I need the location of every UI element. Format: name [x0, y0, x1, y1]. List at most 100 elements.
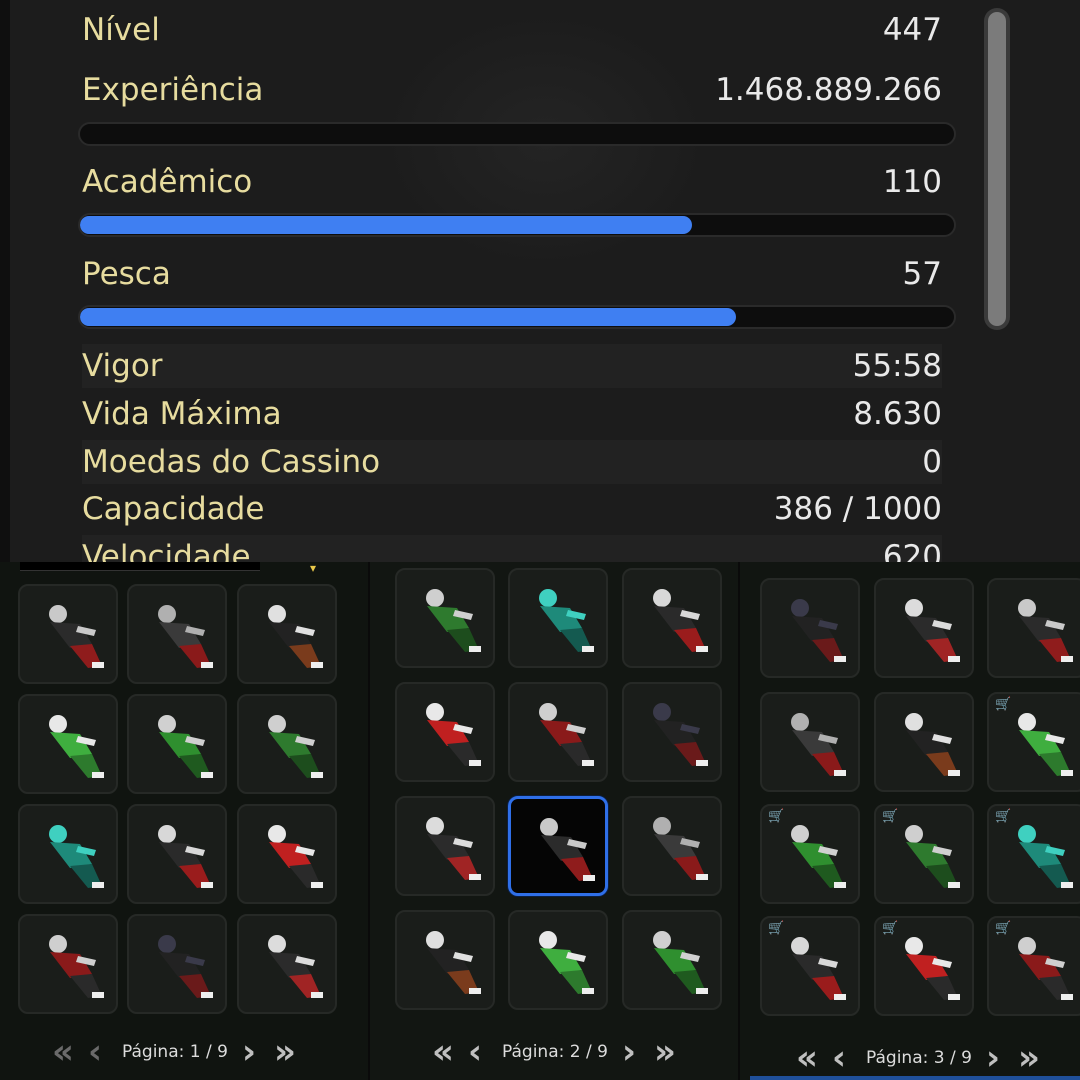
outfit-slot[interactable]: 🛒 — [987, 804, 1080, 904]
stat-value: 55:58 — [852, 348, 942, 384]
first-page-button[interactable]: « — [796, 1038, 818, 1078]
stat-row-academic: Acadêmico 110 — [82, 160, 942, 204]
outfit-slot[interactable] — [622, 682, 722, 782]
outfit-sprite — [653, 931, 708, 994]
shopping-cart-icon: 🛒 — [995, 921, 1012, 936]
stats-scrollbar[interactable] — [984, 8, 1010, 330]
stat-value: 447 — [882, 12, 942, 48]
outfit-sprite — [158, 935, 213, 998]
next-page-button[interactable]: › — [622, 1032, 636, 1072]
outfit-sprite — [1018, 825, 1073, 888]
outfit-slot[interactable] — [127, 804, 227, 904]
outfit-slot[interactable]: 🛒 — [987, 692, 1080, 792]
outfit-slot[interactable] — [395, 568, 495, 668]
outfit-slot-selected[interactable] — [508, 796, 608, 896]
next-page-button[interactable]: › — [242, 1032, 256, 1072]
outfit-slot[interactable] — [18, 804, 118, 904]
outfit-slot[interactable] — [874, 692, 974, 792]
outfit-sprite — [539, 703, 594, 766]
outfit-slot[interactable] — [18, 914, 118, 1014]
pager: « ‹ Página: 3 / 9 › » — [796, 1038, 1056, 1078]
outfit-sprite — [158, 605, 213, 668]
outfit-slot[interactable] — [760, 692, 860, 792]
outfit-panel-page-2: « ‹ Página: 2 / 9 › » — [368, 562, 740, 1080]
outfit-slot[interactable] — [18, 584, 118, 684]
academic-progress-bar — [78, 213, 956, 237]
stat-label: Pesca — [82, 256, 171, 292]
crown-icon: ▾ — [309, 562, 317, 575]
outfit-slot[interactable]: 🛒 — [987, 916, 1080, 1016]
academic-progress-fill — [80, 216, 692, 234]
shopping-cart-icon: 🛒 — [995, 697, 1012, 712]
outfit-sprite — [905, 713, 960, 776]
outfit-slot[interactable] — [622, 910, 722, 1010]
outfit-slot[interactable] — [237, 914, 337, 1014]
pager: « ‹ Página: 2 / 9 › » — [432, 1032, 692, 1072]
tab-strip — [20, 562, 260, 571]
prev-page-button[interactable]: ‹ — [468, 1032, 482, 1072]
outfit-slot[interactable] — [508, 568, 608, 668]
outfit-slot[interactable] — [622, 568, 722, 668]
page-indicator: Página: 1 / 9 — [122, 1042, 228, 1062]
first-page-button[interactable]: « — [52, 1032, 74, 1072]
outfit-slot[interactable]: 🛒 — [760, 916, 860, 1016]
stat-label: Nível — [82, 12, 160, 48]
outfit-slot[interactable] — [395, 682, 495, 782]
outfit-sprite — [905, 825, 960, 888]
outfit-slot[interactable] — [508, 682, 608, 782]
outfit-slot[interactable]: 🛒 — [760, 804, 860, 904]
shopping-cart-icon: 🛒 — [768, 809, 785, 824]
stat-value: 110 — [882, 164, 942, 200]
outfit-slot[interactable] — [874, 578, 974, 678]
stat-row-max-health: Vida Máxima 8.630 — [82, 392, 942, 436]
fishing-progress-bar — [78, 305, 956, 329]
stat-label: Acadêmico — [82, 164, 253, 200]
prev-page-button[interactable]: ‹ — [88, 1032, 102, 1072]
outfit-slot[interactable] — [237, 694, 337, 794]
outfit-sprite — [268, 715, 323, 778]
stat-row-fishing: Pesca 57 — [82, 252, 942, 296]
last-page-button[interactable]: » — [1018, 1038, 1040, 1078]
last-page-button[interactable]: » — [274, 1032, 296, 1072]
outfit-sprite — [426, 703, 481, 766]
shopping-cart-icon: 🛒 — [995, 809, 1012, 824]
outfit-slot[interactable] — [237, 584, 337, 684]
outfit-slot[interactable] — [508, 910, 608, 1010]
character-stats-panel: Nível 447 Experiência 1.468.889.266 Acad… — [0, 0, 1080, 562]
shopping-cart-icon: 🛒 — [882, 809, 899, 824]
outfit-slot[interactable] — [127, 694, 227, 794]
outfit-slot[interactable]: 🛒 — [874, 916, 974, 1016]
stat-label: Capacidade — [82, 491, 265, 527]
stat-row-casino-coins: Moedas do Cassino 0 — [82, 440, 942, 484]
scrollbar-thumb[interactable] — [988, 12, 1006, 326]
next-page-button[interactable]: › — [986, 1038, 1000, 1078]
stat-value: 57 — [902, 256, 942, 292]
outfit-sprite — [539, 589, 594, 652]
outfit-slot[interactable] — [760, 578, 860, 678]
outfit-slot[interactable] — [237, 804, 337, 904]
outfit-sprite — [1018, 599, 1073, 662]
outfit-sprite — [540, 818, 595, 881]
outfit-sprite — [791, 825, 846, 888]
panel-edge — [0, 0, 10, 562]
outfit-sprite — [158, 825, 213, 888]
page-indicator: Página: 3 / 9 — [866, 1048, 972, 1068]
first-page-button[interactable]: « — [432, 1032, 454, 1072]
prev-page-button[interactable]: ‹ — [832, 1038, 846, 1078]
outfit-slot[interactable] — [127, 914, 227, 1014]
stat-row-experience: Experiência 1.468.889.266 — [82, 68, 942, 112]
outfit-slot[interactable] — [127, 584, 227, 684]
outfit-sprite — [49, 935, 104, 998]
outfit-slot[interactable] — [395, 910, 495, 1010]
last-page-button[interactable]: » — [654, 1032, 676, 1072]
outfit-slot[interactable] — [987, 578, 1080, 678]
stat-label: Vida Máxima — [82, 396, 282, 432]
outfit-slot[interactable] — [395, 796, 495, 896]
stat-value: 8.630 — [853, 396, 942, 432]
stat-value: 620 — [882, 539, 942, 562]
outfit-slot[interactable] — [18, 694, 118, 794]
shopping-cart-icon: 🛒 — [768, 921, 785, 936]
outfit-slot[interactable] — [622, 796, 722, 896]
outfit-slot[interactable]: 🛒 — [874, 804, 974, 904]
outfit-sprite — [905, 937, 960, 1000]
